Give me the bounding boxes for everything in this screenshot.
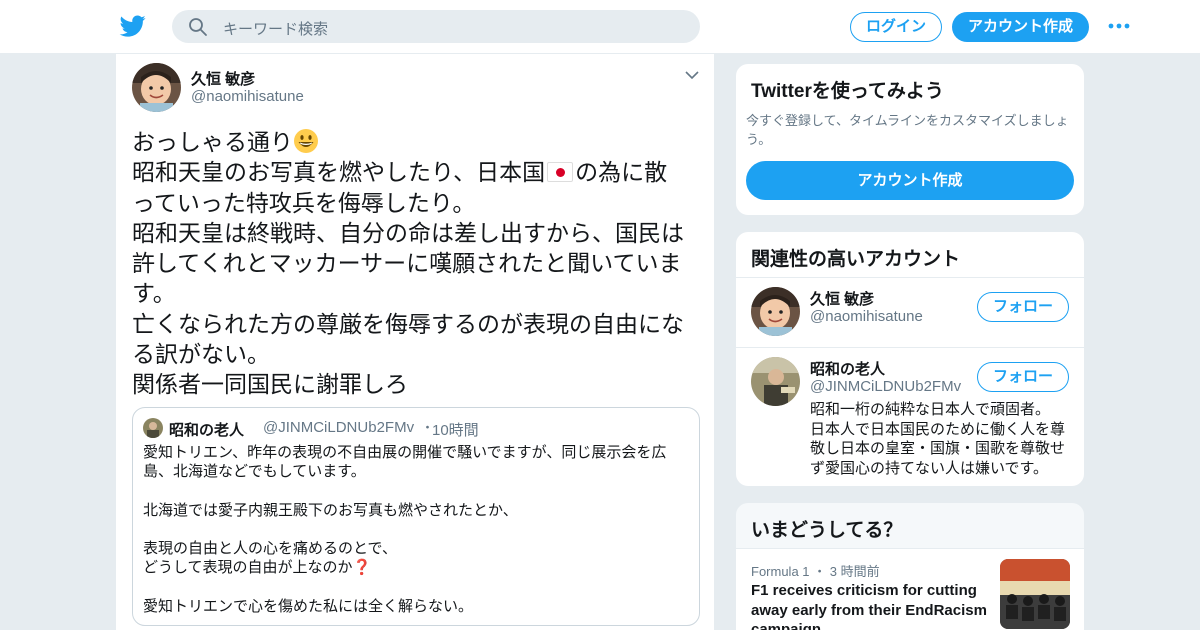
red-question-mark-icon: ❓	[352, 559, 372, 577]
trend-title-line: F1 receives criticism for cutting	[751, 582, 977, 599]
avatar[interactable]	[751, 287, 800, 336]
account-bio: 昭和一桁の純粋な日本人で頑固者。 日本人で日本国民のために働く人を尊 敬し日本の…	[810, 400, 1080, 478]
trend-meta: Formula 1 ・ 3 時間前	[751, 564, 880, 579]
quote-timestamp: 10時間	[432, 422, 479, 439]
grinning-face-icon	[294, 129, 318, 153]
quoted-tweet[interactable]: 昭和の老人 @JINMCiLDNUb2FMv ・ 10時間 愛知トリエン、昨年の…	[132, 407, 700, 626]
tweet-line: 許してくれとマッカーサーに嘆願されたと聞いていま	[132, 250, 682, 277]
related-accounts-card: 関連性の高いアカウント 久恒 敏彦 @naomihisatune フォロー 昭和…	[735, 231, 1085, 487]
card-title: いまどうしてる？	[751, 520, 903, 541]
card-subtitle: 今すぐ登録して、タイムラインをカスタマイズしましょう。	[746, 113, 1069, 147]
japan-flag-icon	[547, 162, 574, 183]
quote-line	[143, 577, 688, 596]
trend-item[interactable]: Formula 1 ・ 3 時間前 F1 receives criticism …	[736, 548, 1084, 630]
account-name[interactable]: 昭和の老人	[810, 358, 885, 379]
quote-line: どうして表現の自由が上なのか❓	[143, 559, 372, 577]
quote-line: 愛知トリエンで心を傷めた私には全く解らない。	[143, 597, 474, 615]
tweet-line: 昭和天皇のお写真を燃やしたり、日本国 の為に散	[132, 159, 668, 186]
bio-line: 昭和一桁の純粋な日本人で頑固者。	[810, 401, 1051, 418]
bio-line: ず愛国心の持てない人は嫌いです。	[810, 459, 1049, 477]
follow-button[interactable]: フォロー	[977, 292, 1069, 322]
tweet-line: っていった特攻兵を侮辱したり。	[132, 189, 476, 216]
quote-avatar	[143, 418, 163, 438]
trend-title-line: campaign	[751, 621, 822, 630]
avatar[interactable]	[132, 63, 181, 112]
quote-author-handle: @JINMCiLDNUb2FMv	[263, 419, 415, 436]
tweet-line: 昭和天皇は終戦時、自分の命は差し出すから、国民は	[132, 219, 684, 246]
account-name[interactable]: 久恒 敏彦	[810, 288, 874, 309]
search-icon	[189, 18, 207, 36]
more-options-icon[interactable]	[1107, 20, 1131, 32]
quote-line: 島、北海道などでもしています。	[143, 463, 366, 481]
login-button[interactable]: ログイン	[850, 12, 942, 42]
quote-text: 愛知トリエン、昨年の表現の不自由展の開催で騒いでますが、同じ展示会を広 島、北海…	[143, 443, 688, 616]
signup-button[interactable]: アカウント作成	[952, 12, 1089, 42]
trend-title: F1 receives criticism for cutting away e…	[751, 581, 991, 630]
bio-line: 日本人で日本国民のために働く人を尊	[810, 420, 1066, 438]
tweet-line: る訳がない。	[132, 341, 270, 368]
chevron-down-icon[interactable]	[685, 70, 699, 80]
twitter-bird-icon[interactable]	[119, 13, 147, 39]
account-handle[interactable]: @naomihisatune	[810, 308, 923, 325]
tweet-line: おっしゃる通り	[132, 127, 702, 157]
quote-line	[143, 481, 688, 500]
divider	[736, 277, 1084, 278]
follow-button[interactable]: フォロー	[977, 362, 1069, 392]
tweet-line: 亡くなられた方の尊厳を侮辱するのが表現の自由にな	[132, 310, 684, 337]
trend-thumbnail	[1000, 559, 1070, 629]
quote-line: 北海道では愛子内親王殿下のお写真も燃やされたとか、	[143, 501, 518, 519]
author-handle[interactable]: @naomihisatune	[191, 88, 304, 105]
bio-line: 敬し日本の皇室・国旗・国歌を尊敬せ	[810, 440, 1066, 457]
signup-card-button[interactable]: アカウント作成	[746, 161, 1074, 200]
quote-line: 表現の自由と人の心を痛めるのとで、	[143, 539, 397, 557]
trend-title-line: away early from their EndRacism	[751, 601, 987, 619]
try-twitter-card: Twitterを使ってみよう 今すぐ登録して、タイムラインをカスタマイズしましょ…	[735, 63, 1085, 216]
whats-happening-card: いまどうしてる？ Formula 1 ・ 3 時間前 F1 receives c…	[735, 502, 1085, 630]
quote-line: 愛知トリエン、昨年の表現の不自由展の開催で騒いでますが、同じ展示会を広	[143, 444, 667, 461]
author-name[interactable]: 久恒 敏彦	[191, 68, 255, 89]
divider	[736, 347, 1084, 348]
search-placeholder[interactable]: キーワード検索	[223, 18, 328, 39]
avatar[interactable]	[751, 357, 800, 406]
tweet-text: おっしゃる通り 昭和天皇のお写真を燃やしたり、日本国 の為に散 っていった特攻兵を…	[132, 127, 702, 400]
quote-line	[143, 520, 688, 539]
quote-author-name: 昭和の老人	[169, 422, 245, 439]
tweet-panel: 久恒 敏彦 @naomihisatune おっしゃる通り 昭和天皇のお写真を燃や…	[115, 54, 715, 630]
tweet-line: 関係者一同国民に謝罪しろ	[132, 371, 408, 398]
account-handle[interactable]: @JINMCiLDNUb2FMv	[810, 378, 961, 395]
card-title: 関連性の高いアカウント	[751, 249, 961, 270]
top-navigation-bar: キーワード検索 ログイン アカウント作成	[0, 0, 1200, 54]
tweet-line: す。	[132, 280, 176, 307]
card-title: Twitterを使ってみよう	[751, 81, 944, 102]
search-box[interactable]: キーワード検索	[172, 10, 700, 43]
